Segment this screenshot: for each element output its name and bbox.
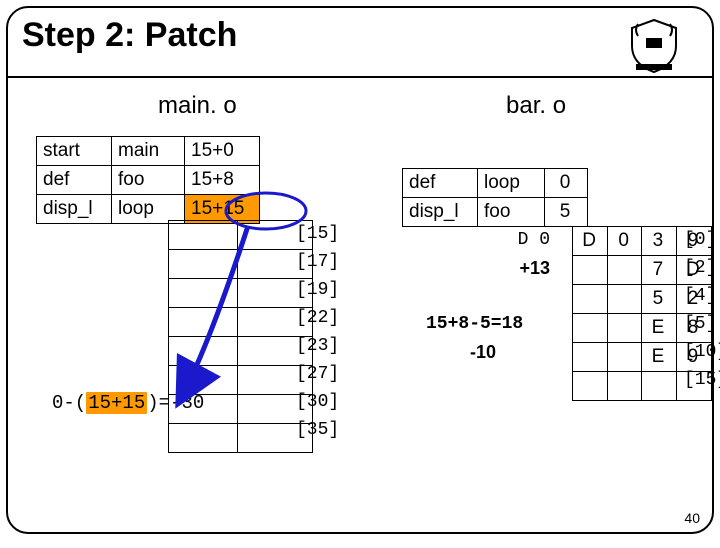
- bar-symbol-table: def loop 0 disp_l foo 5: [402, 168, 588, 227]
- slide-frame: Step 2: Patch main. o bar. o start main …: [6, 6, 714, 534]
- main-addr: [19]: [296, 280, 339, 300]
- main-addr: [15]: [296, 224, 339, 244]
- main-addr: [27]: [296, 364, 339, 384]
- table-row: [169, 337, 313, 366]
- title-divider: [8, 76, 712, 78]
- main-memory-block: [168, 220, 313, 453]
- table-row: [169, 308, 313, 337]
- table-row: [169, 366, 313, 395]
- main-o-header: main. o: [158, 92, 237, 120]
- bar-annot-calc: 15+8-5=18: [426, 314, 523, 334]
- table-row: [169, 279, 313, 308]
- table-row: [169, 424, 313, 453]
- bar-addr: [10]: [684, 342, 720, 362]
- main-addr: [23]: [296, 336, 339, 356]
- bar-annot-d0: D 0: [518, 230, 550, 250]
- bar-o-header: bar. o: [506, 92, 566, 120]
- table-row: [169, 221, 313, 250]
- main-symbol-table: start main 15+0 def foo 15+8 disp_l loop…: [36, 136, 260, 224]
- table-row: start main 15+0: [37, 137, 260, 166]
- table-row: def loop 0: [403, 169, 588, 198]
- main-disp-calc: 0-(15+15)=-30: [52, 392, 204, 414]
- bar-addr: [0]: [684, 230, 716, 250]
- main-addr: [35]: [296, 420, 339, 440]
- bar-annot-minus10: -10: [470, 342, 496, 363]
- bar-addr: [4]: [684, 286, 716, 306]
- main-addr: [17]: [296, 252, 339, 272]
- table-row: [169, 250, 313, 279]
- bar-addr: [15]: [684, 370, 720, 390]
- main-addr: [22]: [296, 308, 339, 328]
- bar-addr: [2]: [684, 258, 716, 278]
- university-crest-icon: [624, 16, 684, 76]
- bar-annot-plus13: +13: [519, 258, 550, 279]
- table-row: def foo 15+8: [37, 166, 260, 195]
- table-row: disp_l foo 5: [403, 198, 588, 227]
- main-addr: [30]: [296, 392, 339, 412]
- page-number: 40: [684, 510, 700, 526]
- slide-title: Step 2: Patch: [22, 16, 237, 55]
- bar-addr: [5]: [684, 314, 716, 334]
